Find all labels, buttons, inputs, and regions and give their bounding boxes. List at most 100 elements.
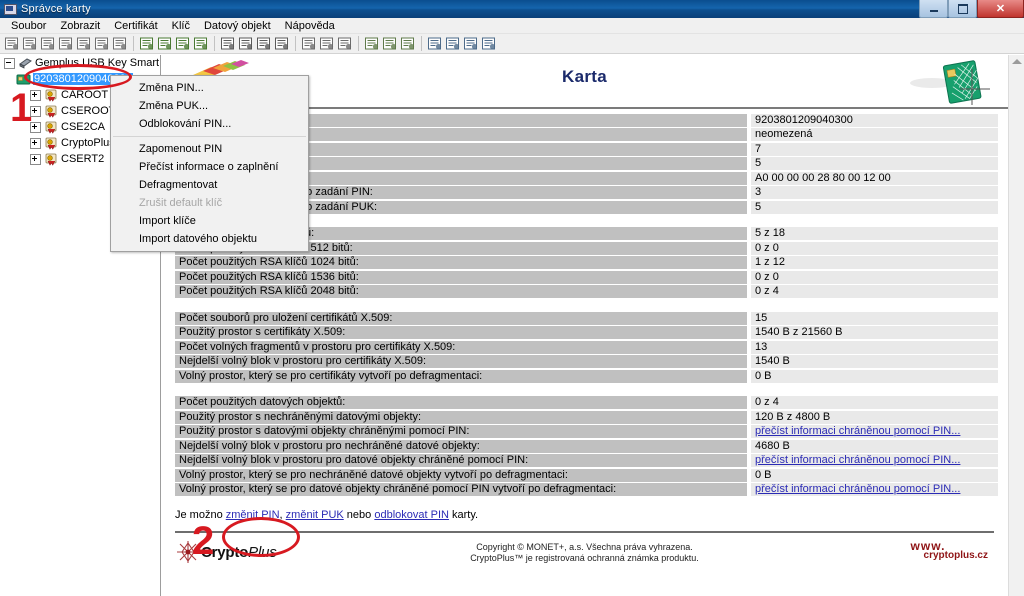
certificate-properties-icon[interactable] — [111, 35, 128, 52]
table-row-label: Počet použitých RSA klíčů 2048 bitů: — [175, 285, 747, 299]
tree-item-certificate-label: CSERT2 — [61, 153, 105, 165]
key-export-icon[interactable] — [174, 35, 191, 52]
note-prefix: Je možno — [175, 509, 226, 521]
data-object-import-icon[interactable] — [237, 35, 254, 52]
card-table-icon[interactable] — [336, 35, 353, 52]
table-row-value: 5 — [751, 157, 998, 171]
minimize-button[interactable] — [919, 0, 948, 18]
context-menu-item[interactable]: Import datového objektu — [111, 230, 308, 248]
reader-icon — [19, 58, 32, 69]
menu-klic[interactable]: Klíč — [165, 19, 197, 33]
refresh-icon[interactable] — [426, 35, 443, 52]
data-object-new-icon[interactable] — [219, 35, 236, 52]
key-import-icon[interactable] — [156, 35, 173, 52]
certificate-icon — [45, 105, 57, 118]
copyright-text: Copyright © MONET+, a.s. Všechna práva v… — [161, 542, 1008, 564]
card-info-icon[interactable] — [300, 35, 317, 52]
context-menu-item[interactable]: Zapomenout PIN — [111, 140, 308, 158]
maximize-button[interactable] — [948, 0, 977, 18]
tree-item-certificate-label: CryptoPlus — [61, 137, 115, 149]
table-row-value: 0 z 4 — [751, 396, 998, 410]
import-certificate-icon[interactable] — [21, 35, 38, 52]
expander-icon[interactable] — [30, 153, 41, 165]
key-delete-icon[interactable] — [192, 35, 209, 52]
toolbar-separator — [295, 36, 296, 51]
table-row: Nejdelší volný blok v prostoru pro nechr… — [175, 439, 998, 454]
expander-icon[interactable] — [30, 89, 41, 101]
table-row-value: 0 z 0 — [751, 270, 998, 284]
close-button[interactable]: ✕ — [977, 0, 1024, 18]
smartcard-icon — [16, 74, 31, 85]
table-row-value: 13 — [751, 340, 998, 354]
pin-change-icon[interactable] — [363, 35, 380, 52]
menu-soubor[interactable]: Soubor — [4, 19, 53, 33]
copyright-line-1: Copyright © MONET+, a.s. Všechna práva v… — [476, 542, 693, 552]
change-pin-link[interactable]: změnit PIN — [226, 509, 280, 521]
table-row: Počet použitých RSA klíčů 1024 bitů: 1 z … — [175, 256, 998, 271]
table-row: Volný prostor, který se pro nechráněné d… — [175, 468, 998, 483]
table-group-spacer — [175, 299, 998, 311]
table-row-label: Počet použitých RSA klíčů 1024 bitů: — [175, 256, 747, 270]
table-row-value: A0 00 00 00 28 80 00 12 00 — [751, 171, 998, 185]
delete-certificate-icon[interactable] — [75, 35, 92, 52]
table-row: Použitý prostor s certifikáty X.509: 1540… — [175, 326, 998, 341]
table-row: Volný prostor, který se pro certifikáty … — [175, 369, 998, 384]
window-title: Správce karty — [21, 3, 91, 15]
expander-icon[interactable] — [4, 57, 15, 69]
help-icon[interactable] — [480, 35, 497, 52]
table-row-value[interactable]: přečíst informaci chráněnou pomocí PIN..… — [751, 425, 998, 439]
new-certificate-icon[interactable] — [3, 35, 20, 52]
table-row-label: Nejdelší volný blok v prostoru pro datov… — [175, 454, 747, 468]
menu-napoveda[interactable]: Nápověda — [278, 19, 342, 33]
context-menu-item[interactable]: Odblokování PIN... — [111, 115, 308, 133]
menu-zobrazit[interactable]: Zobrazit — [53, 19, 107, 33]
pin-unblock-icon[interactable] — [399, 35, 416, 52]
data-object-delete-icon[interactable] — [273, 35, 290, 52]
scroll-up-arrow-icon[interactable] — [1012, 59, 1022, 64]
expander-icon[interactable] — [30, 105, 41, 117]
defragment-icon[interactable] — [444, 35, 461, 52]
context-menu-item[interactable]: Přečíst informace o zaplnění — [111, 158, 308, 176]
certificate-icon — [45, 121, 57, 134]
read-pin-protected-info-link[interactable]: přečíst informaci chráněnou pomocí PIN..… — [755, 454, 960, 466]
context-menu-item[interactable]: Změna PIN... — [111, 79, 308, 97]
remove-certificate-icon[interactable] — [93, 35, 110, 52]
toolbar-separator — [358, 36, 359, 51]
website-line-2: cryptoplus.cz — [923, 550, 988, 561]
card-format-icon[interactable] — [318, 35, 335, 52]
table-row-value[interactable]: přečíst informaci chráněnou pomocí PIN..… — [751, 454, 998, 468]
change-puk-link[interactable]: změnit PUK — [286, 509, 344, 521]
export-certificate-icon[interactable] — [39, 35, 56, 52]
tree-item-reader[interactable]: Gemplus USB Key Smart Card I — [0, 55, 160, 71]
read-pin-protected-info-link[interactable]: přečíst informaci chráněnou pomocí PIN..… — [755, 483, 960, 495]
table-row-label: Počet použitých RSA klíčů 1536 bitů: — [175, 270, 747, 284]
table-group-spacer — [175, 384, 998, 396]
menu-certifikat[interactable]: Certifikát — [107, 19, 164, 33]
card-context-menu[interactable]: Změna PIN... Změna PUK... Odblokování PIN.… — [110, 75, 309, 252]
read-pin-protected-info-link[interactable]: přečíst informaci chráněnou pomocí PIN..… — [755, 425, 960, 437]
copy-certificate-icon[interactable] — [57, 35, 74, 52]
table-row: Použitý prostor s nechráněnými datovými … — [175, 410, 998, 425]
context-menu-item[interactable]: Import klíče — [111, 212, 308, 230]
table-row-label: Použitý prostor s datovými objekty chrán… — [175, 425, 747, 439]
menu-datovy-objekt[interactable]: Datový objekt — [197, 19, 278, 33]
table-row-label: Počet volných fragmentů v prostoru pro c… — [175, 340, 747, 354]
table-row-value[interactable]: přečíst informaci chráněnou pomocí PIN..… — [751, 483, 998, 497]
context-menu-item[interactable]: Změna PUK... — [111, 97, 308, 115]
table-row-value: 7 — [751, 142, 998, 156]
print-icon[interactable] — [462, 35, 479, 52]
unblock-pin-link[interactable]: odblokovat PIN — [374, 509, 449, 521]
website-text: www. cryptoplus.cz — [911, 539, 988, 561]
expander-icon[interactable] — [30, 137, 41, 149]
toolbar-separator — [421, 36, 422, 51]
table-row-label: Počet použitých datových objektů: — [175, 396, 747, 410]
pin-verify-icon[interactable] — [381, 35, 398, 52]
certificate-icon — [45, 153, 57, 166]
key-pair-generate-icon[interactable] — [138, 35, 155, 52]
vertical-scrollbar[interactable] — [1008, 55, 1024, 596]
note-suffix: karty. — [448, 509, 479, 521]
expander-icon[interactable] — [30, 121, 41, 133]
context-menu-item[interactable]: Defragmentovat — [111, 176, 308, 194]
table-row-label: Použitý prostor s nechráněnými datovými … — [175, 410, 747, 424]
data-object-export-icon[interactable] — [255, 35, 272, 52]
